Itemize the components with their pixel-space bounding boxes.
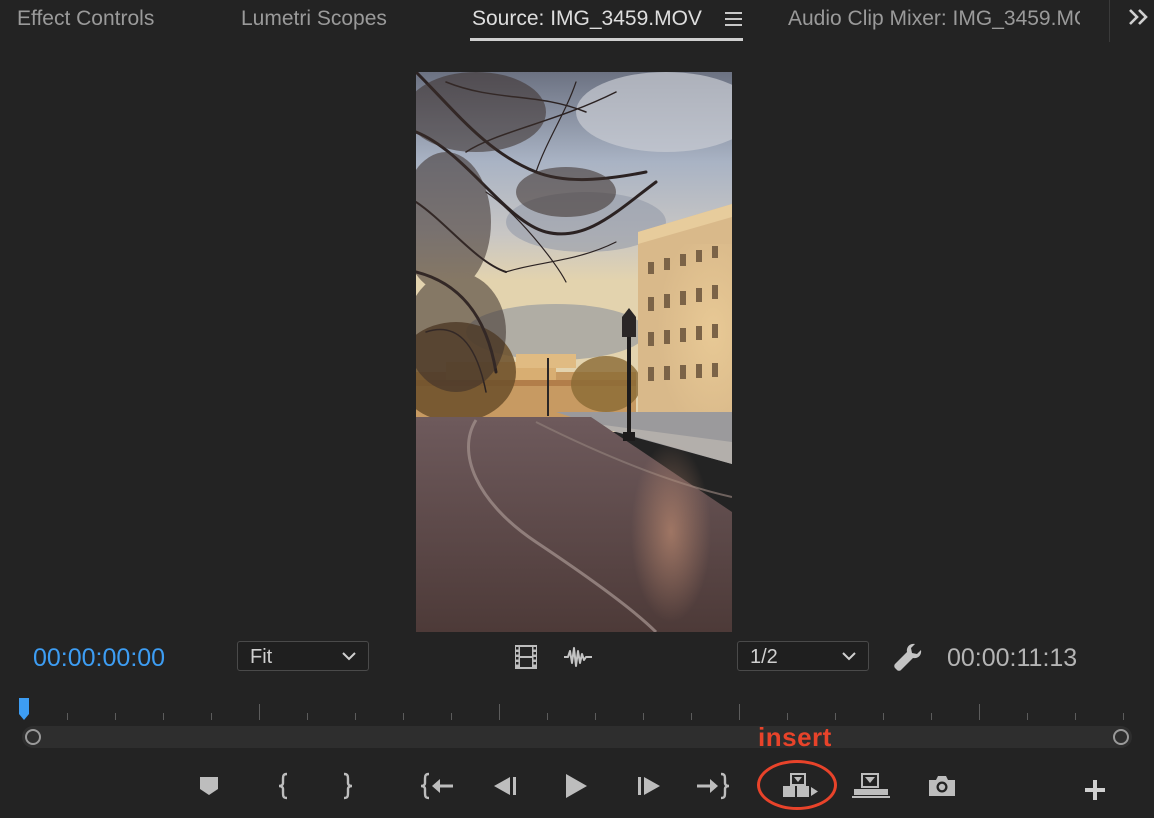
go-to-in-icon — [420, 772, 453, 800]
ruler-tick — [691, 713, 692, 720]
ruler-tick — [1123, 713, 1124, 720]
playback-resolution-value: 1/2 — [750, 646, 778, 668]
ruler-tick — [931, 713, 932, 720]
zoom-level-value: Fit — [250, 646, 273, 668]
ruler-tick — [883, 713, 884, 720]
tab-effect-controls[interactable]: Effect Controls — [17, 6, 154, 32]
go-to-in-button[interactable] — [419, 768, 455, 804]
ruler-tick — [787, 713, 788, 720]
wrench-icon[interactable] — [893, 642, 923, 672]
current-timecode[interactable]: 00:00:00:00 — [33, 644, 165, 672]
ruler-tick — [739, 704, 740, 720]
ruler-tick — [163, 713, 164, 720]
add-marker-button[interactable] — [191, 768, 227, 804]
ruler-tick — [499, 704, 500, 720]
playhead-marker[interactable] — [18, 698, 30, 720]
marker-icon — [200, 777, 218, 795]
audio-waveform-icon[interactable] — [563, 646, 593, 668]
chevron-down-icon — [842, 652, 856, 661]
ruler-tick — [1075, 713, 1076, 720]
ruler-tick — [835, 713, 836, 720]
time-ruler[interactable] — [0, 696, 1154, 726]
chevron-down-icon — [342, 652, 356, 661]
ruler-tick — [451, 713, 452, 720]
playback-resolution-select[interactable]: 1/2 — [737, 641, 869, 671]
ruler-tick — [595, 713, 596, 720]
ruler-tick — [67, 713, 68, 720]
mark-in-icon — [278, 772, 288, 800]
mark-out-icon — [343, 772, 353, 800]
step-back-icon — [494, 777, 516, 795]
ruler-tick — [115, 713, 116, 720]
mark-out-button[interactable] — [329, 768, 365, 804]
annotation-label: insert — [758, 722, 832, 752]
scrollbar-left-handle[interactable] — [25, 729, 41, 745]
source-video-frame[interactable] — [416, 72, 732, 632]
zoom-level-select[interactable]: Fit — [237, 641, 369, 671]
export-frame-button[interactable] — [924, 768, 960, 804]
ruler-tick — [211, 713, 212, 720]
ruler-tick — [259, 704, 260, 720]
insert-icon — [783, 773, 818, 797]
zoom-scrollbar[interactable] — [22, 726, 1132, 748]
go-to-out-button[interactable] — [695, 768, 731, 804]
go-to-out-icon — [697, 772, 730, 800]
ruler-tick — [547, 713, 548, 720]
tab-audio-clip-mixer-label: Audio Clip Mixer: IMG_3459.MOV — [788, 7, 1080, 30]
plus-icon — [1085, 780, 1105, 800]
step-forward-icon — [638, 777, 660, 795]
tab-source-monitor[interactable]: Source: IMG_3459.MOV — [472, 6, 702, 32]
ruler-tick — [307, 713, 308, 720]
ruler-tick — [355, 713, 356, 720]
ruler-tick — [979, 704, 980, 720]
ruler-tick — [1027, 713, 1028, 720]
insert-button[interactable] — [779, 768, 821, 804]
mark-in-button[interactable] — [266, 768, 302, 804]
overwrite-button[interactable] — [850, 768, 892, 804]
duration-timecode: 00:00:11:13 — [947, 644, 1078, 672]
tab-divider — [1109, 0, 1110, 42]
video-frame-image — [416, 72, 732, 632]
ruler-tick — [643, 713, 644, 720]
tab-lumetri-scopes[interactable]: Lumetri Scopes — [241, 6, 387, 32]
play-icon — [566, 774, 587, 798]
double-chevron-right-icon[interactable] — [1127, 6, 1151, 28]
step-back-button[interactable] — [488, 768, 524, 804]
active-tab-indicator — [470, 38, 743, 41]
hamburger-icon[interactable] — [725, 12, 742, 26]
play-button[interactable] — [558, 768, 594, 804]
step-forward-button[interactable] — [630, 768, 666, 804]
camera-icon — [929, 776, 955, 796]
tab-audio-clip-mixer[interactable]: Audio Clip Mixer: IMG_3459.MOV — [788, 6, 1080, 36]
film-strip-icon[interactable] — [514, 644, 538, 670]
panel-tab-bar: Effect Controls Lumetri Scopes Source: I… — [0, 0, 1154, 42]
ruler-tick — [403, 713, 404, 720]
scrollbar-right-handle[interactable] — [1113, 729, 1129, 745]
overwrite-icon — [852, 773, 890, 798]
button-editor-button[interactable] — [1077, 772, 1113, 808]
